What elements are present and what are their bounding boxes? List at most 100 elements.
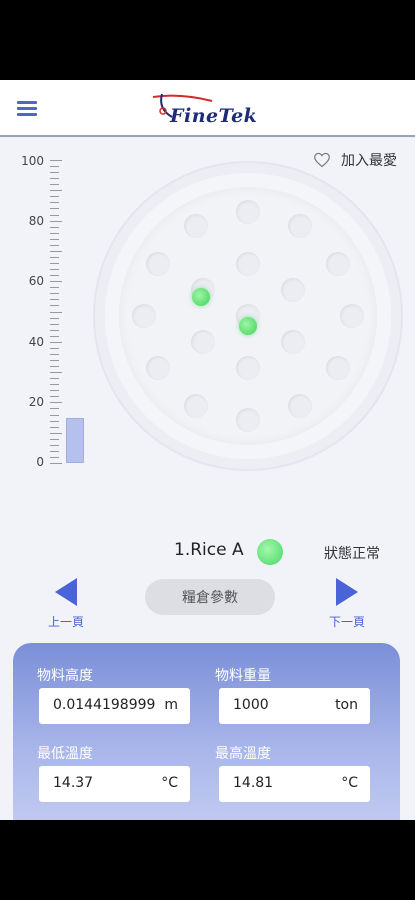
scale-tick xyxy=(50,190,62,192)
min-temp-unit: °C xyxy=(161,775,178,791)
scale-tick xyxy=(50,202,59,204)
sensor-point xyxy=(190,330,215,354)
scale-label-100: 100 xyxy=(21,154,44,168)
scale-tick xyxy=(50,226,59,228)
scale-tick xyxy=(50,456,59,458)
sensor-point xyxy=(236,200,260,224)
sensor-point xyxy=(145,356,170,380)
scale-tick xyxy=(50,329,59,331)
scale-tick xyxy=(50,426,59,428)
scale-tick xyxy=(50,408,59,410)
scale-tick xyxy=(50,166,59,168)
sensor-point xyxy=(340,304,364,328)
scale-tick xyxy=(50,232,59,234)
scale-tick xyxy=(50,263,59,265)
silo-top-view xyxy=(105,173,391,459)
max-temp-value: 14.81 xyxy=(233,775,274,791)
app-screen: FineTek 加入最愛 100 80 60 40 20 0 1.Rice A … xyxy=(0,80,415,820)
scale-tick xyxy=(50,420,59,422)
scale-tick xyxy=(50,323,59,325)
scale-tick xyxy=(50,220,62,222)
scale-tick xyxy=(50,384,59,386)
triangle-left-icon xyxy=(55,578,77,606)
app-bar: FineTek xyxy=(0,80,415,137)
scale-tick xyxy=(50,335,59,337)
sensor-point xyxy=(184,394,208,419)
scale-tick xyxy=(50,172,59,174)
scale-tick xyxy=(50,353,59,355)
scale-label-60: 60 xyxy=(28,274,44,288)
add-favorite[interactable]: 加入最愛 xyxy=(313,150,397,170)
active-sensor-point xyxy=(239,317,257,335)
status-indicator-icon xyxy=(257,539,283,565)
sensor-point xyxy=(281,330,306,354)
scale-tick xyxy=(50,311,62,313)
scale-tick xyxy=(50,341,62,343)
prev-page-button[interactable]: 上一頁 xyxy=(36,575,96,630)
sensor-point xyxy=(288,213,312,238)
scale-tick xyxy=(50,366,59,368)
parameters-panel: 物料高度 0.0144198999 m 物料重量 1000 ton 最低溫度 1… xyxy=(13,643,400,820)
scale-label-0: 0 xyxy=(36,455,44,469)
sensor-point xyxy=(236,252,260,276)
scale-tick xyxy=(50,450,59,452)
material-weight-value: 1000 xyxy=(233,697,269,713)
scale-tick xyxy=(50,390,59,392)
heart-icon xyxy=(314,152,330,168)
sensor-point xyxy=(236,356,260,380)
material-weight-field[interactable]: 1000 ton xyxy=(219,688,370,724)
scale-tick xyxy=(50,256,59,258)
scale-tick xyxy=(50,359,59,361)
scale-tick xyxy=(50,160,62,161)
scale-tick xyxy=(50,208,59,210)
scale-tick xyxy=(50,214,59,216)
logo-text: FineTek xyxy=(170,105,258,127)
sensor-point xyxy=(326,252,351,276)
material-height-unit: m xyxy=(164,697,178,713)
material-height-label: 物料高度 xyxy=(37,668,93,684)
triangle-right-icon xyxy=(336,578,358,606)
scale-tick xyxy=(50,438,59,440)
sensor-point xyxy=(132,304,156,328)
scale-tick xyxy=(50,402,62,404)
level-scale: 100 80 60 40 20 0 xyxy=(0,152,100,472)
material-height-field[interactable]: 0.0144198999 m xyxy=(39,688,190,724)
scale-tick xyxy=(50,347,59,349)
scale-tick xyxy=(50,372,62,374)
max-temp-field[interactable]: 14.81 °C xyxy=(219,766,370,802)
scale-tick xyxy=(50,275,59,277)
active-sensor-point xyxy=(192,288,210,306)
add-favorite-label: 加入最愛 xyxy=(341,153,397,169)
next-page-label: 下一頁 xyxy=(328,615,365,629)
silo-name: 1.Rice A xyxy=(174,540,244,560)
material-height-value: 0.0144198999 xyxy=(53,697,156,713)
sensor-point xyxy=(184,213,208,238)
scale-tick xyxy=(50,293,59,295)
scale-label-40: 40 xyxy=(28,335,44,349)
scale-tick xyxy=(50,299,59,301)
scale-tick xyxy=(50,305,59,307)
scale-tick xyxy=(50,244,59,246)
min-temp-label: 最低溫度 xyxy=(37,746,93,762)
scale-tick xyxy=(50,317,59,319)
material-level-bar xyxy=(66,417,84,463)
scale-tick xyxy=(50,444,59,446)
hamburger-icon[interactable] xyxy=(17,101,37,116)
scale-tick xyxy=(50,269,59,271)
scale-tick xyxy=(50,196,59,198)
scale-tick xyxy=(50,250,62,252)
silo-params-button[interactable]: 糧倉參數 xyxy=(145,579,275,615)
scale-tick xyxy=(50,287,59,289)
scale-tick xyxy=(50,414,59,416)
next-page-button[interactable]: 下一頁 xyxy=(317,575,377,630)
sensor-point xyxy=(288,394,312,419)
max-temp-unit: °C xyxy=(341,775,358,791)
scale-tick xyxy=(50,396,59,398)
silo-sensor-grid xyxy=(119,187,377,445)
max-temp-label: 最高溫度 xyxy=(215,746,271,762)
min-temp-field[interactable]: 14.37 °C xyxy=(39,766,190,802)
sensor-point xyxy=(145,252,170,276)
prev-page-label: 上一頁 xyxy=(47,615,84,629)
scale-tick xyxy=(50,463,62,464)
scale-tick xyxy=(50,432,62,434)
